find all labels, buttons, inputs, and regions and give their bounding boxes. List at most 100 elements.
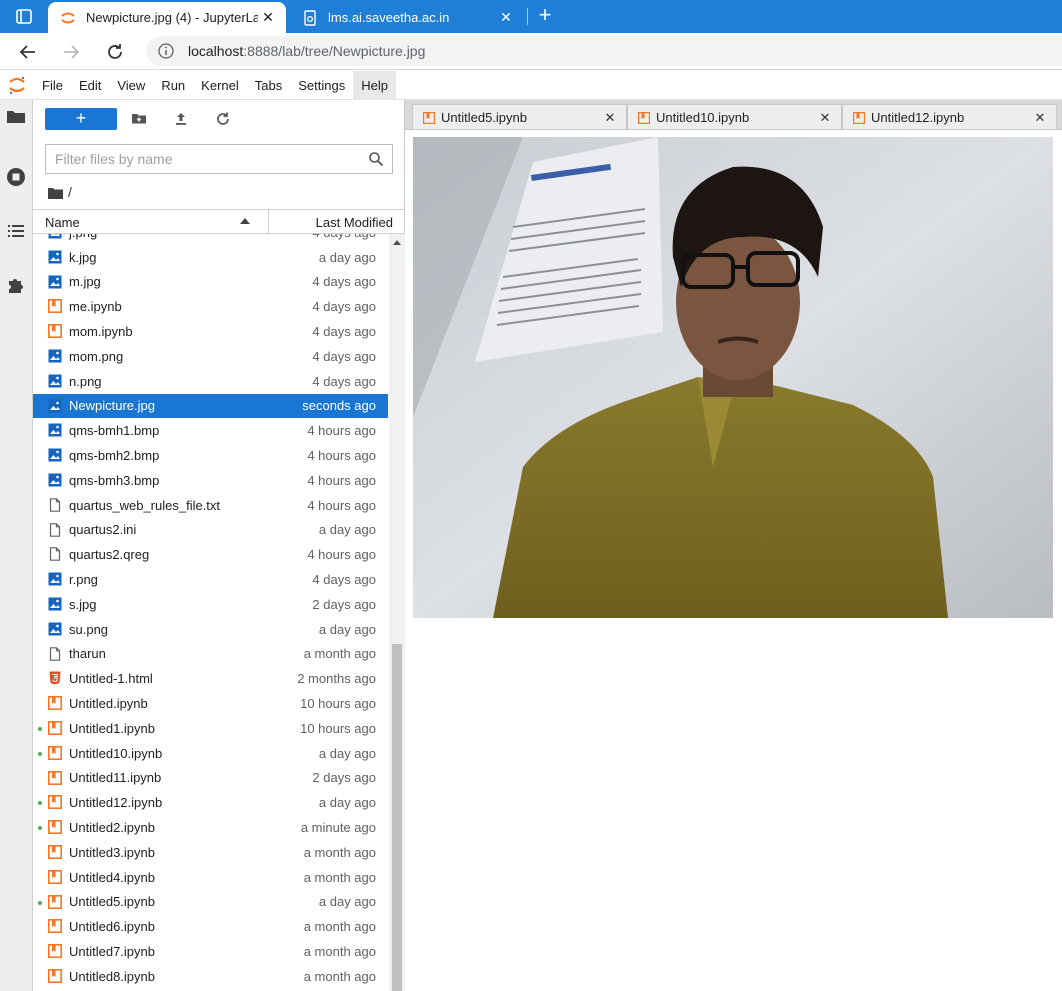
file-row[interactable]: mom.ipynb 4 days ago <box>33 319 388 344</box>
file-row[interactable]: su.png a day ago <box>33 617 388 642</box>
file-row[interactable]: j.png 4 days ago <box>33 234 388 245</box>
file-row[interactable]: Untitled2.ipynb a minute ago <box>33 815 388 840</box>
url-field[interactable]: localhost:8888/lab/tree/Newpicture.jpg <box>146 36 1062 66</box>
file-row[interactable]: Untitled-1.html 2 months ago <box>33 666 388 691</box>
file-row[interactable]: Newpicture.jpg seconds ago <box>33 393 388 419</box>
doc-tab-untitled12[interactable]: Untitled12.ipynb ✕ <box>842 104 1057 130</box>
forward-button[interactable] <box>60 41 82 63</box>
file-list-scrollbar[interactable] <box>389 234 405 991</box>
notebook-icon <box>48 944 62 959</box>
scroll-up-arrow-icon[interactable] <box>393 240 401 245</box>
menu-help[interactable]: Help <box>353 70 396 100</box>
text-file-icon <box>48 646 62 661</box>
refresh-icon[interactable] <box>214 110 232 128</box>
file-row[interactable]: qms-bmh1.bmp 4 hours ago <box>33 418 388 443</box>
file-list: j.png 4 days ago k.jpg a day ago m.jpg 4 days… <box>33 234 388 991</box>
file-row[interactable]: m.jpg 4 days ago <box>33 270 388 295</box>
running-indicator <box>38 900 42 905</box>
column-modified-header[interactable]: Last Modified <box>316 215 393 230</box>
file-row[interactable]: me.ipynb 4 days ago <box>33 294 388 319</box>
doc-tab-untitled10[interactable]: Untitled10.ipynb ✕ <box>627 104 842 130</box>
file-row[interactable]: s.jpg 2 days ago <box>33 592 388 617</box>
browser-tab-lms[interactable]: lms.ai.saveetha.ac.in ✕ <box>290 2 524 33</box>
file-row[interactable]: qms-bmh2.bmp 4 hours ago <box>33 443 388 468</box>
menu-tabs[interactable]: Tabs <box>247 71 290 100</box>
file-row[interactable]: Untitled5.ipynb a day ago <box>33 890 388 915</box>
file-modified: 2 days ago <box>312 596 376 612</box>
doc-tab-title: Untitled10.ipynb <box>656 110 750 125</box>
new-tab-button[interactable]: + <box>534 4 556 28</box>
close-tab-icon[interactable]: ✕ <box>258 9 278 26</box>
file-row[interactable]: Untitled11.ipynb 2 days ago <box>33 766 388 791</box>
table-of-contents-icon[interactable] <box>5 220 27 242</box>
back-button[interactable] <box>17 41 39 63</box>
menu-kernel[interactable]: Kernel <box>193 71 247 100</box>
doc-tab-untitled5[interactable]: Untitled5.ipynb ✕ <box>412 104 627 130</box>
new-folder-icon[interactable] <box>130 110 148 128</box>
menu-run[interactable]: Run <box>153 71 193 100</box>
notebook-icon <box>48 299 62 314</box>
file-row[interactable]: Untitled7.ipynb a month ago <box>33 939 388 964</box>
file-name: Untitled10.ipynb <box>69 745 163 761</box>
file-name: tharun <box>69 646 106 662</box>
site-info-icon[interactable] <box>158 43 174 59</box>
file-modified: a day ago <box>318 621 376 637</box>
file-modified: a month ago <box>303 944 376 959</box>
image-file-icon <box>48 622 62 636</box>
image-file-icon <box>48 448 62 462</box>
file-row[interactable]: Untitled10.ipynb a day ago <box>33 741 388 766</box>
file-row[interactable]: quartus2.ini a day ago <box>33 518 388 543</box>
close-icon[interactable]: ✕ <box>1030 110 1050 126</box>
file-row[interactable]: Untitled1.ipynb 10 hours ago <box>33 716 388 741</box>
notebook-icon <box>48 820 62 835</box>
menu-file[interactable]: File <box>34 71 71 100</box>
menu-view[interactable]: View <box>109 71 153 100</box>
new-launcher-button[interactable]: + <box>45 108 117 130</box>
extensions-puzzle-icon[interactable] <box>5 273 27 295</box>
filter-input[interactable] <box>46 145 368 173</box>
file-modified: 4 days ago <box>312 299 376 315</box>
file-modified: a day ago <box>318 795 376 811</box>
file-row[interactable]: quartus_web_rules_file.txt 4 hours ago <box>33 493 388 518</box>
file-modified: 4 days ago <box>312 373 376 389</box>
file-row[interactable]: Untitled3.ipynb a month ago <box>33 840 388 865</box>
file-row[interactable]: Untitled12.ipynb a day ago <box>33 790 388 815</box>
file-row[interactable]: Untitled6.ipynb a month ago <box>33 914 388 939</box>
browser-tab-jupyterlab[interactable]: Newpicture.jpg (4) - JupyterLab ✕ <box>48 2 286 33</box>
url-text: localhost:8888/lab/tree/Newpicture.jpg <box>188 43 425 59</box>
close-icon[interactable]: ✕ <box>600 110 620 126</box>
column-name-header[interactable]: Name <box>45 215 80 230</box>
upload-icon[interactable] <box>172 110 190 128</box>
file-name: r.png <box>69 572 98 588</box>
notebook-icon <box>48 720 62 735</box>
file-row[interactable]: Untitled4.ipynb a month ago <box>33 865 388 890</box>
main-dock-area: Untitled5.ipynb ✕ Untitled10.ipynb ✕ Unt… <box>405 100 1062 991</box>
file-row[interactable]: r.png 4 days ago <box>33 567 388 592</box>
close-tab-icon[interactable]: ✕ <box>496 9 516 26</box>
file-row[interactable]: qms-bmh3.bmp 4 hours ago <box>33 468 388 493</box>
file-row[interactable]: n.png 4 days ago <box>33 369 388 394</box>
jupyter-menubar: File Edit View Run Kernel Tabs Settings … <box>0 70 1062 100</box>
file-row[interactable]: quartus2.qreg 4 hours ago <box>33 542 388 567</box>
tab-actions-icon[interactable] <box>10 7 38 27</box>
file-row[interactable]: Untitled.ipynb 10 hours ago <box>33 691 388 716</box>
reload-button[interactable] <box>104 41 126 63</box>
folder-icon[interactable] <box>5 106 27 128</box>
scrollbar-thumb[interactable] <box>392 644 402 991</box>
menu-settings[interactable]: Settings <box>290 71 353 100</box>
file-row[interactable]: tharun a month ago <box>33 642 388 667</box>
file-row[interactable]: mom.png 4 days ago <box>33 344 388 369</box>
file-modified: 2 days ago <box>312 770 376 786</box>
file-name: Untitled.ipynb <box>69 696 148 712</box>
home-folder-icon[interactable] <box>48 186 63 199</box>
file-modified: a day ago <box>318 894 376 910</box>
menu-edit[interactable]: Edit <box>71 71 109 100</box>
close-icon[interactable]: ✕ <box>815 110 835 126</box>
text-file-icon <box>48 547 62 562</box>
breadcrumb-root[interactable]: / <box>68 184 72 200</box>
running-sessions-icon[interactable] <box>5 166 27 188</box>
file-list-header: Name Last Modified <box>33 209 405 234</box>
file-modified: 2 months ago <box>297 671 376 687</box>
file-row[interactable]: k.jpg a day ago <box>33 245 388 270</box>
file-row[interactable]: Untitled8.ipynb a month ago <box>33 964 388 989</box>
